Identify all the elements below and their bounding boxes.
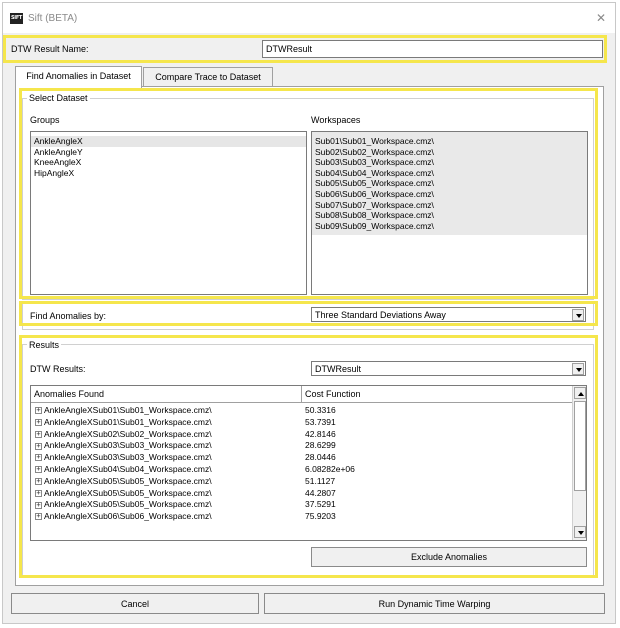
cost-value: 42.8146 — [305, 428, 336, 439]
anomaly-name: AnkleAngleXSub05\Sub05_Workspace.cmz\ — [44, 499, 212, 510]
table-row[interactable]: + AnkleAngleXSub03\Sub03_Workspace.cmz\ 28… — [35, 452, 572, 464]
window-title: Sift (BETA) — [28, 13, 78, 24]
expand-icon[interactable]: + — [35, 442, 42, 450]
anomaly-name: AnkleAngleXSub06\Sub06_Workspace.cmz\ — [44, 511, 212, 522]
anomaly-name: AnkleAngleXSub01\Sub01_Workspace.cmz\ — [44, 405, 212, 415]
expand-icon[interactable]: + — [35, 407, 42, 415]
find-anomalies-by-select[interactable]: Three Standard Deviations Away — [311, 307, 586, 322]
expand-icon[interactable]: + — [35, 430, 42, 438]
cost-value: 51.1127 — [305, 475, 336, 486]
workspaces-listbox[interactable]: Sub01\Sub01_Workspace.cmz\ Sub02\Sub02_Wo… — [311, 131, 588, 295]
anomaly-name: AnkleAngleXSub03\Sub03_Workspace.cmz\ — [44, 452, 212, 463]
run-dtw-button[interactable]: Run Dynamic Time Warping — [264, 593, 605, 614]
dtw-results-select[interactable]: DTWResult — [311, 361, 586, 376]
find-anomalies-by-value: Three Standard Deviations Away — [315, 310, 446, 320]
expand-icon[interactable]: + — [35, 419, 42, 427]
table-row[interactable]: + AnkleAngleXSub01\Sub01_Workspace.cmz\ 50… — [35, 405, 572, 417]
select-dataset-legend: Select Dataset — [27, 92, 90, 104]
groups-label: Groups — [30, 115, 60, 125]
list-item[interactable]: AnkleAngleX — [31, 136, 306, 147]
column-divider — [301, 386, 302, 403]
scroll-thumb[interactable] — [574, 401, 586, 491]
workspaces-label: Workspaces — [311, 115, 361, 125]
anomalies-table[interactable]: Anomalies Found Cost Function + AnkleAngl… — [30, 385, 587, 541]
list-item[interactable]: Sub06\Sub06_Workspace.cmz\ — [312, 189, 587, 200]
title-bar — [3, 3, 615, 33]
tab-find-anomalies[interactable]: Find Anomalies in Dataset — [15, 66, 142, 88]
cost-value: 75.9203 — [305, 511, 336, 522]
table-row[interactable]: + AnkleAngleXSub04\Sub04_Workspace.cmz\ 6.… — [35, 464, 572, 476]
anomaly-name: AnkleAngleXSub03\Sub03_Workspace.cmz\ — [44, 440, 212, 451]
table-row[interactable]: + AnkleAngleXSub01\Sub01_Workspace.cmz\ 53… — [35, 417, 572, 429]
column-header-cost: Cost Function — [305, 389, 361, 399]
table-row[interactable]: + AnkleAngleXSub05\Sub05_Workspace.cmz\ 51… — [35, 476, 572, 488]
app-logo-icon: SIFT — [10, 13, 23, 24]
list-item[interactable]: Sub05\Sub05_Workspace.cmz\ — [312, 178, 587, 189]
table-scrollbar[interactable] — [572, 386, 586, 540]
list-item[interactable]: Sub04\Sub04_Workspace.cmz\ — [312, 168, 587, 179]
chevron-up-icon — [578, 392, 584, 396]
table-row[interactable]: + AnkleAngleXSub06\Sub06_Workspace.cmz\ 75… — [35, 511, 572, 523]
cancel-button[interactable]: Cancel — [11, 593, 259, 614]
expand-icon[interactable]: + — [35, 513, 42, 521]
dtw-results-label: DTW Results: — [30, 364, 86, 374]
cost-value: 53.7391 — [305, 416, 336, 427]
cost-value: 44.2807 — [305, 487, 336, 498]
anomaly-name: AnkleAngleXSub04\Sub04_Workspace.cmz\ — [44, 463, 212, 474]
cost-value: 6.08282e+06 — [305, 463, 355, 474]
dropdown-button[interactable] — [572, 363, 584, 375]
dtw-result-name-input[interactable]: DTWResult — [262, 40, 603, 58]
chevron-down-icon — [578, 531, 584, 535]
list-item[interactable]: Sub07\Sub07_Workspace.cmz\ — [312, 200, 587, 211]
cost-value: 28.6299 — [305, 440, 336, 451]
chevron-down-icon — [576, 314, 582, 318]
table-row[interactable]: + AnkleAngleXSub03\Sub03_Workspace.cmz\ 28… — [35, 440, 572, 452]
find-anomalies-by-label: Find Anomalies by: — [30, 311, 107, 321]
results-legend: Results — [27, 339, 62, 351]
table-row[interactable]: + AnkleAngleXSub02\Sub02_Workspace.cmz\ 42… — [35, 429, 572, 441]
list-item[interactable]: Sub09\Sub09_Workspace.cmz\ — [312, 221, 587, 232]
anomaly-name: AnkleAngleXSub01\Sub01_Workspace.cmz\ — [44, 416, 212, 427]
dropdown-button[interactable] — [572, 309, 584, 321]
exclude-anomalies-button[interactable]: Exclude Anomalies — [311, 547, 587, 567]
table-row[interactable]: + AnkleAngleXSub05\Sub05_Workspace.cmz\ 44… — [35, 488, 572, 500]
anomaly-name: AnkleAngleXSub05\Sub05_Workspace.cmz\ — [44, 487, 212, 498]
list-item[interactable]: Sub08\Sub08_Workspace.cmz\ — [312, 210, 587, 221]
chevron-down-icon — [576, 368, 582, 372]
cost-value: 50.3316 — [305, 405, 336, 415]
list-item[interactable]: KneeAngleX — [31, 157, 306, 168]
scroll-up-button[interactable] — [574, 387, 586, 399]
list-item[interactable]: Sub02\Sub02_Workspace.cmz\ — [312, 147, 587, 158]
close-icon[interactable]: ✕ — [594, 11, 608, 25]
anomaly-name: AnkleAngleXSub05\Sub05_Workspace.cmz\ — [44, 475, 212, 486]
groups-listbox[interactable]: AnkleAngleX AnkleAngleY KneeAngleX HipAngle… — [30, 131, 307, 295]
expand-icon[interactable]: + — [35, 466, 42, 474]
cost-value: 28.0446 — [305, 452, 336, 463]
list-item[interactable]: Sub03\Sub03_Workspace.cmz\ — [312, 157, 587, 168]
list-item[interactable]: AnkleAngleY — [31, 147, 306, 158]
anomaly-name: AnkleAngleXSub02\Sub02_Workspace.cmz\ — [44, 428, 212, 439]
tab-compare-trace[interactable]: Compare Trace to Dataset — [143, 67, 273, 87]
dtw-results-value: DTWResult — [315, 364, 362, 374]
table-row[interactable]: + AnkleAngleXSub05\Sub05_Workspace.cmz\ 37… — [35, 499, 572, 511]
expand-icon[interactable]: + — [35, 478, 42, 486]
expand-icon[interactable]: + — [35, 501, 42, 509]
cost-value: 37.5291 — [305, 499, 336, 510]
expand-icon[interactable]: + — [35, 489, 42, 497]
list-item[interactable]: Sub01\Sub01_Workspace.cmz\ — [312, 136, 587, 147]
expand-icon[interactable]: + — [35, 454, 42, 462]
scroll-down-button[interactable] — [574, 526, 586, 538]
list-item[interactable]: HipAngleX — [31, 168, 306, 179]
column-header-anomalies: Anomalies Found — [34, 389, 105, 399]
dtw-result-name-label: DTW Result Name: — [11, 44, 89, 54]
